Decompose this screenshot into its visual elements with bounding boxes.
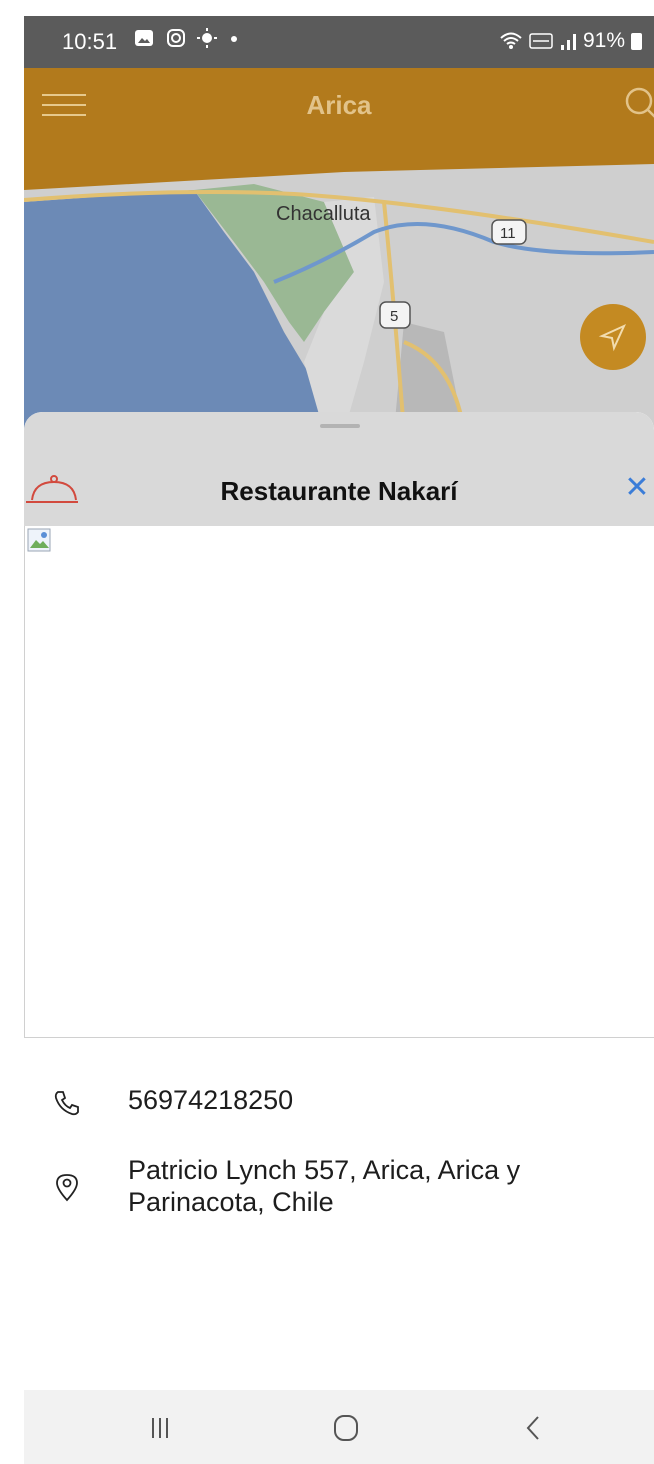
place-name: Restaurante Nakarí [220,476,458,506]
map-place-label: Chacalluta [276,203,371,225]
signal-icon [560,34,576,50]
address-text: Patricio Lynch 557, Arica, Arica y Parin… [128,1155,521,1217]
recents-button[interactable] [136,1408,184,1448]
route-badge-11: 11 [500,225,516,242]
back-button[interactable] [510,1408,558,1448]
broken-image-icon [27,528,51,552]
system-navigation-bar [24,1390,654,1464]
locate-me-button[interactable] [580,304,646,370]
close-icon: ✕ [624,471,650,504]
battery-icon [631,32,642,50]
dot-icon [230,36,237,42]
status-bar: 10:51 91% [24,16,654,68]
close-button[interactable]: ✕ [622,470,652,506]
drag-handle[interactable] [320,424,360,428]
navigation-arrow-icon [598,323,627,352]
volte-icon [529,33,553,49]
search-button[interactable] [622,84,654,124]
place-photo [24,526,654,1038]
app-bar: Arica [24,68,654,142]
route-badge-5: 5 [390,308,398,325]
search-icon [625,87,654,118]
wifi-icon [500,32,522,49]
gallery-icon [135,30,153,46]
back-icon [526,1416,539,1440]
battery-percent: 91% [582,29,625,52]
phone-icon [54,1091,79,1116]
map-tiles: Chacalluta 11 5 [24,142,654,432]
recents-icon [152,1418,168,1438]
home-button[interactable] [322,1408,370,1448]
location-pin-icon [56,1174,78,1202]
brightness-icon [197,28,218,48]
status-time: 10:51 [62,29,118,54]
app-title: Arica [306,90,372,120]
device-screen: 10:51 91% Arica Chacalluta 11 5 Restaura… [24,16,654,1464]
sheet-header: Restaurante Nakarí ✕ [24,412,654,526]
instagram-icon [166,29,185,47]
status-notification-icons [134,28,239,51]
place-details-sheet: Restaurante Nakarí ✕ 56974218250 Patrici… [24,412,654,1390]
home-icon [334,1415,358,1441]
phone-number: 56974218250 [128,1085,294,1115]
status-system-icons: 91% [499,29,642,53]
map-view[interactable]: Chacalluta 11 5 [24,142,654,432]
